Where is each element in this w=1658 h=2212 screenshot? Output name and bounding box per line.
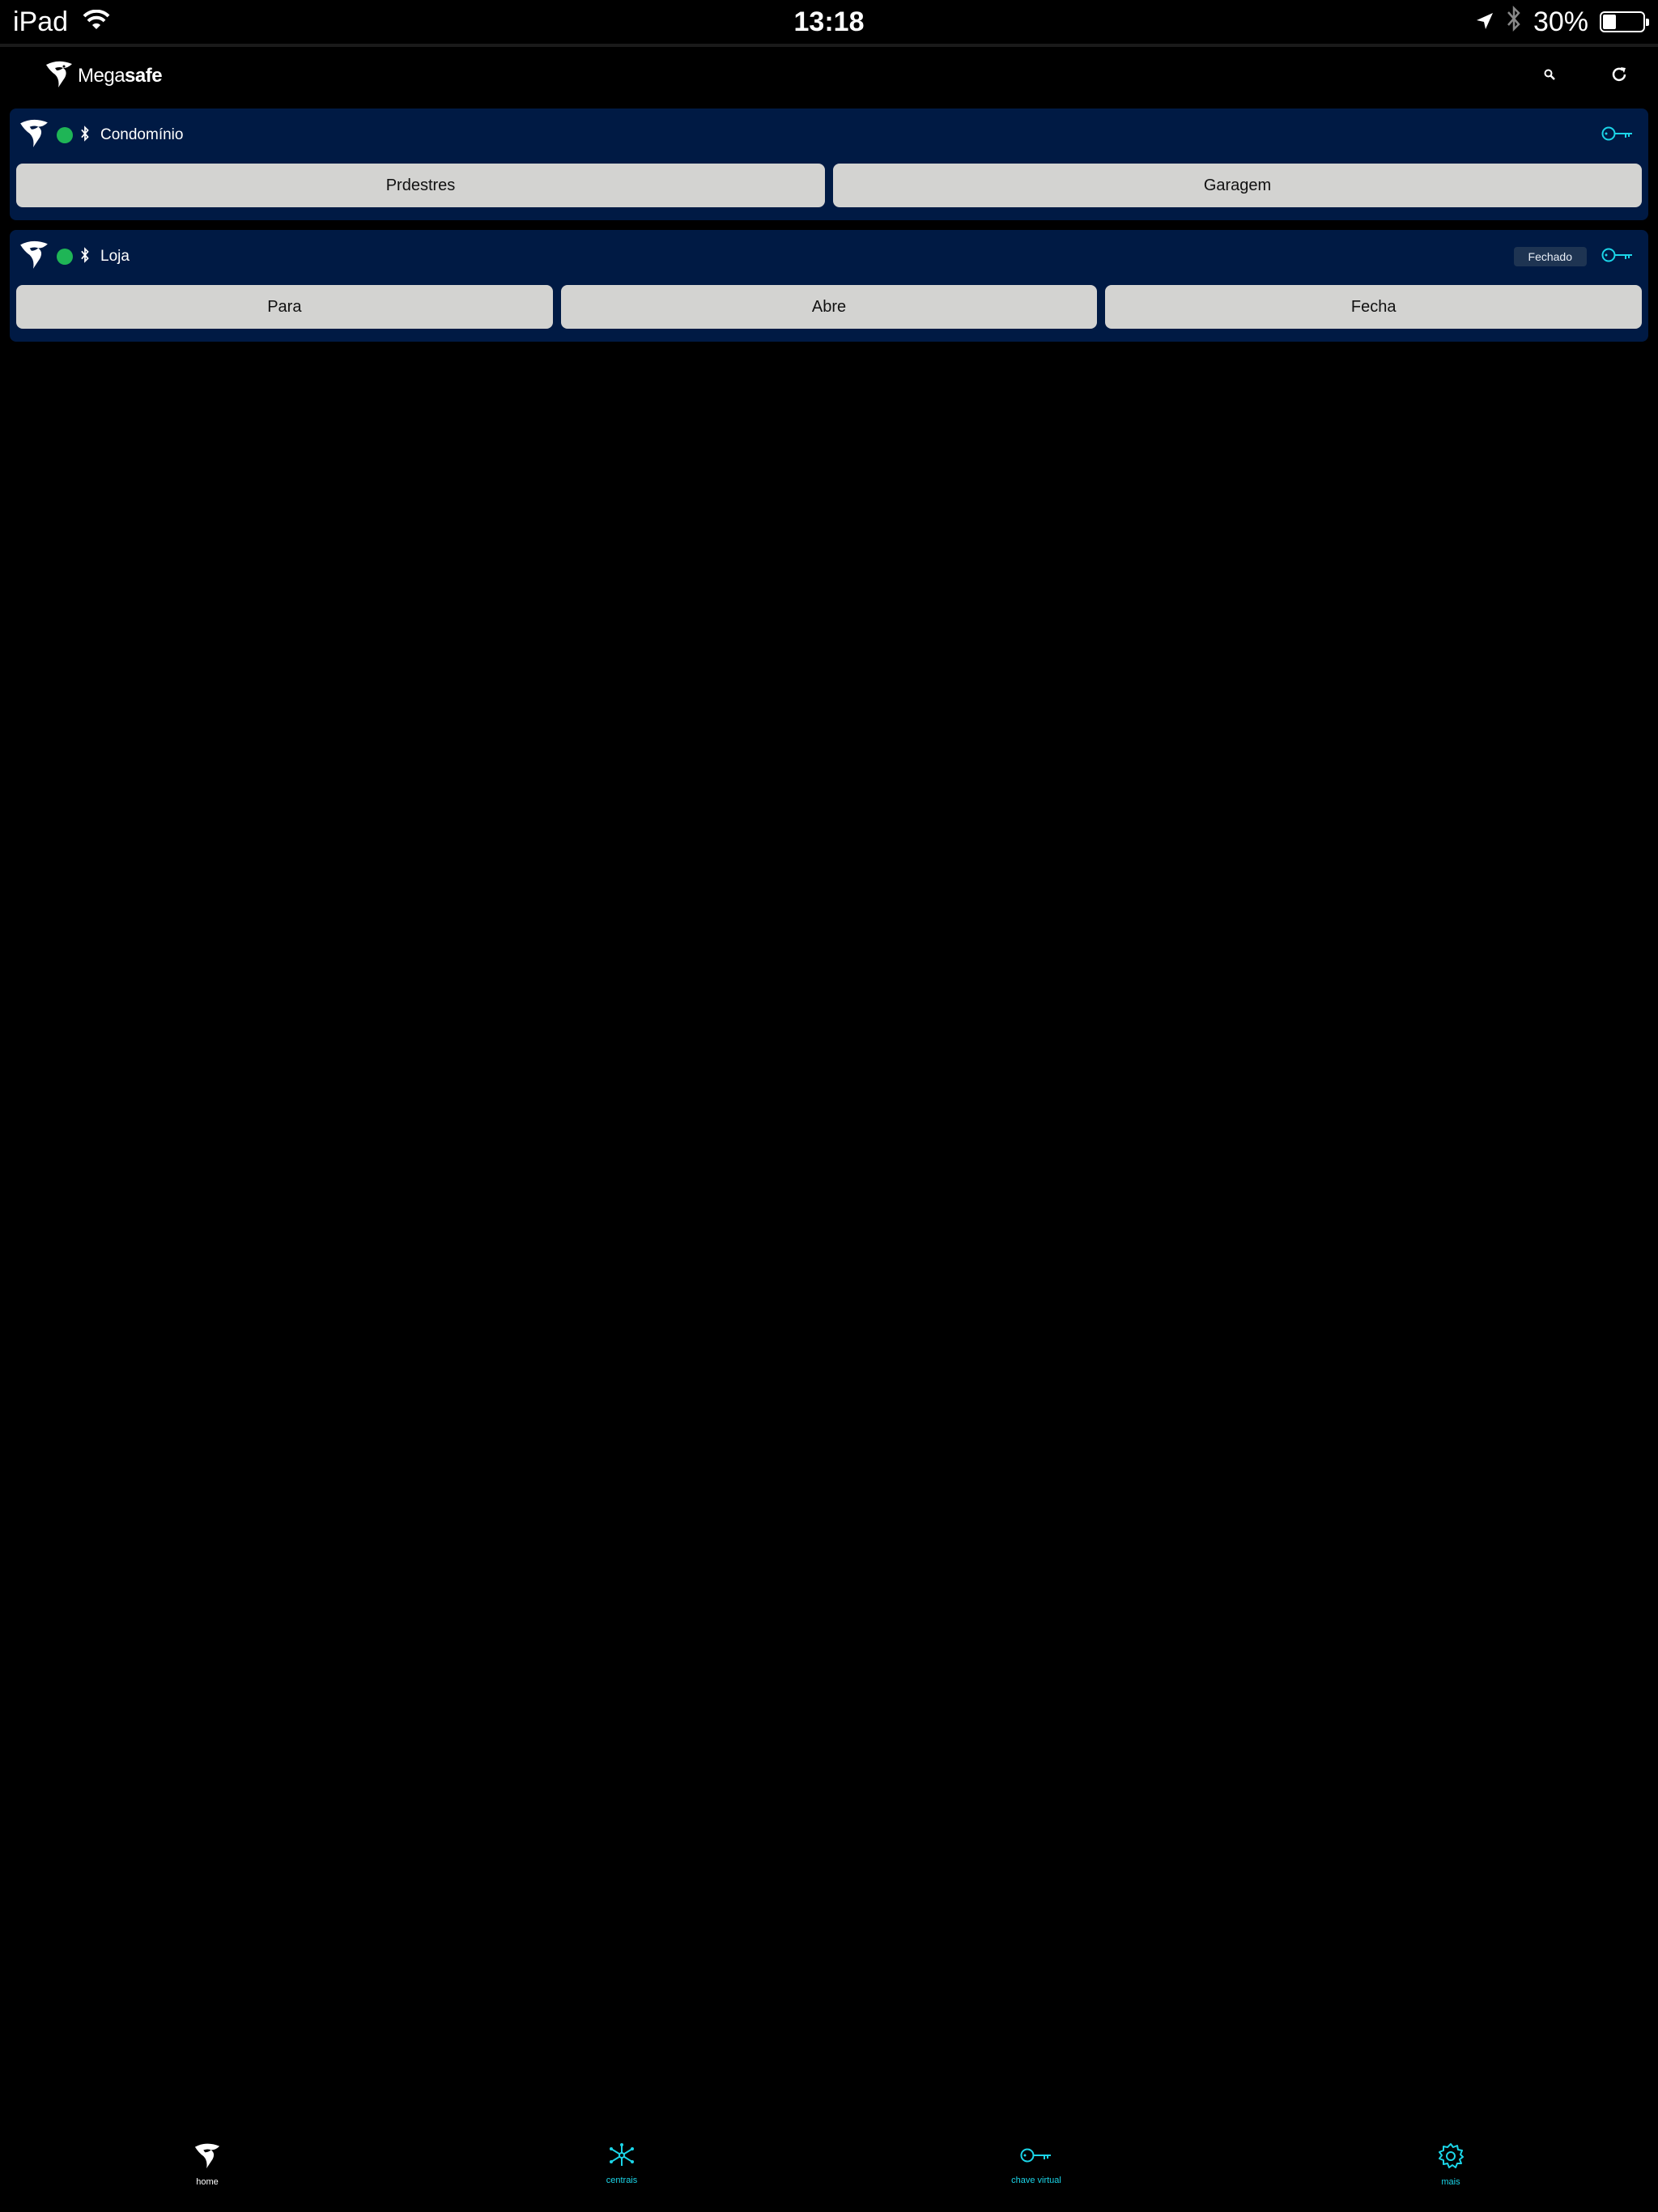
location-arrow-icon (1475, 6, 1494, 38)
tab-bar: home centrais chave virtual mais (0, 2131, 1658, 2212)
battery-fill (1603, 15, 1616, 29)
search-icon (1544, 69, 1555, 84)
battery-icon (1600, 11, 1649, 32)
para-button[interactable]: Para (16, 285, 553, 329)
eagle-icon (192, 2142, 223, 2174)
key-icon (1020, 2142, 1052, 2172)
eagle-icon (18, 240, 50, 274)
status-left: iPad (0, 6, 110, 38)
card-title: Condomínio (100, 126, 184, 143)
bluetooth-icon (1506, 5, 1522, 40)
search-button[interactable] (1535, 62, 1564, 91)
abre-button[interactable]: Abre (560, 285, 1098, 329)
tab-chave-virtual[interactable]: chave virtual (829, 2131, 1244, 2212)
tab-label: chave virtual (1011, 2176, 1061, 2185)
bluetooth-icon (79, 125, 91, 146)
logo-text: Megasafe (78, 65, 163, 87)
card-header-left: Loja (10, 240, 130, 274)
refresh-button[interactable] (1605, 62, 1634, 91)
card-header-right: Fechado (1513, 242, 1648, 271)
prdestres-button[interactable]: Prdestres (16, 164, 825, 207)
online-status-dot (57, 127, 73, 143)
garagem-button[interactable]: Garagem (833, 164, 1642, 207)
button-row: Prdestres Garagem (16, 164, 1642, 207)
tab-centrais[interactable]: centrais (414, 2131, 829, 2212)
network-icon (608, 2142, 636, 2172)
device-card-loja: Loja Fechado Para Abre Fecha (10, 230, 1648, 342)
gear-icon (1437, 2142, 1465, 2174)
card-header: Loja Fechado (10, 230, 1648, 283)
status-badge: Fechado (1513, 247, 1587, 266)
card-header-right (1600, 121, 1648, 150)
logo-text-regular: Mega (78, 65, 125, 87)
status-right: 30% (1475, 5, 1658, 40)
online-status-dot (57, 249, 73, 265)
header-actions (1535, 62, 1634, 91)
card-title: Loja (100, 248, 130, 265)
tab-label: mais (1441, 2177, 1460, 2187)
refresh-icon (1610, 66, 1628, 87)
key-icon (1601, 246, 1634, 268)
eagle-logo-icon (44, 60, 74, 93)
app-header: Megasafe (0, 47, 1658, 105)
battery-percent: 30% (1533, 6, 1588, 37)
card-header: Condomínio (10, 108, 1648, 162)
fecha-button[interactable]: Fecha (1105, 285, 1643, 329)
device-card-condominio: Condomínio Prdestres Garagem (10, 108, 1648, 220)
tab-home[interactable]: home (0, 2131, 414, 2212)
button-row: Para Abre Fecha (16, 285, 1643, 329)
bluetooth-icon (79, 246, 91, 267)
device-name: iPad (13, 6, 69, 37)
screen: iPad 13:18 30% Megasafe Condomínio Prdes… (0, 0, 1658, 2212)
virtual-key-button[interactable] (1600, 121, 1635, 150)
card-header-left: Condomínio (10, 118, 183, 153)
tab-label: home (196, 2177, 219, 2187)
status-time: 13:18 (793, 6, 865, 37)
virtual-key-button[interactable] (1600, 242, 1635, 271)
key-icon (1601, 125, 1634, 147)
logo-text-bold: safe (125, 65, 163, 87)
wifi-icon (83, 6, 110, 38)
tab-label: centrais (606, 2176, 638, 2185)
megasafe-logo: Megasafe (44, 60, 163, 93)
tab-mais[interactable]: mais (1244, 2131, 1658, 2212)
eagle-icon (18, 118, 50, 153)
status-bar: iPad 13:18 30% (0, 0, 1658, 44)
